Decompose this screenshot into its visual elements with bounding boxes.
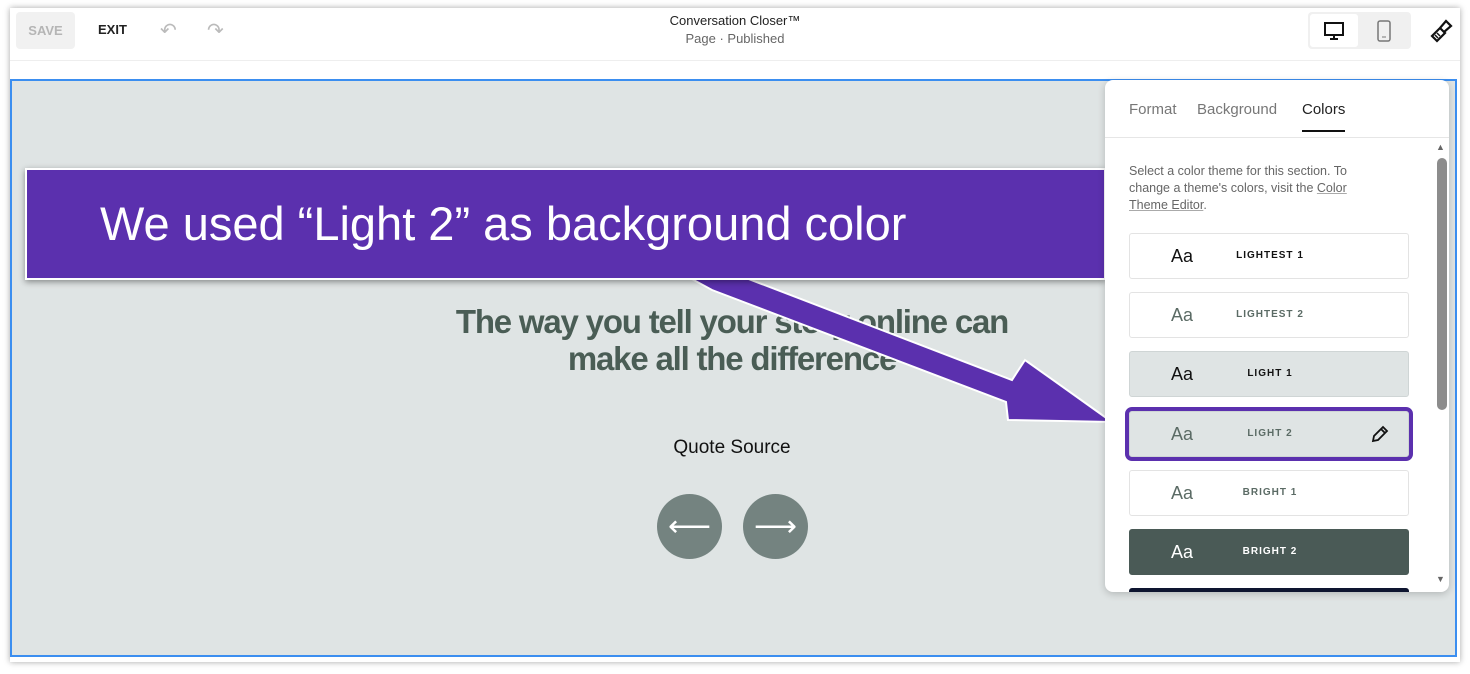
color-theme-light-1[interactable]: Aa LIGHT 1 <box>1129 351 1409 398</box>
color-theme-lightest-1[interactable]: Aa LIGHTEST 1 <box>1129 233 1409 279</box>
color-theme-light-2[interactable]: Aa LIGHT 2 <box>1125 406 1413 461</box>
desc-text: . <box>1203 198 1207 212</box>
theme-label: LIGHT 1 <box>1247 368 1293 380</box>
theme-label: LIGHT 2 <box>1247 427 1293 439</box>
panel-description: Select a color theme for this section. T… <box>1129 163 1379 214</box>
section-settings-panel: Format Background Colors Select a color … <box>1105 80 1449 592</box>
desc-text: Select a color theme for this section. T… <box>1129 164 1347 195</box>
color-theme-more[interactable] <box>1129 588 1409 592</box>
color-theme-bright-1[interactable]: Aa BRIGHT 1 <box>1129 469 1409 516</box>
scroll-down-icon[interactable]: ▼ <box>1436 574 1445 584</box>
tab-colors[interactable]: Colors <box>1302 101 1346 132</box>
theme-label: LIGHTEST 1 <box>1236 250 1304 261</box>
color-theme-lightest-2[interactable]: Aa LIGHTEST 2 <box>1129 292 1409 339</box>
scrollbar[interactable] <box>1437 158 1447 410</box>
theme-label: BRIGHT 2 <box>1242 546 1298 557</box>
theme-label: BRIGHT 1 <box>1242 486 1298 498</box>
panel-tabs: Format Background Colors <box>1105 80 1449 138</box>
annotation-banner: We used “Light 2” as background color <box>25 168 1106 280</box>
scroll-up-icon[interactable]: ▲ <box>1436 142 1445 152</box>
color-theme-bright-2[interactable]: Aa BRIGHT 2 <box>1129 529 1409 575</box>
theme-label: LIGHTEST 2 <box>1236 309 1304 321</box>
tab-format[interactable]: Format <box>1129 101 1177 118</box>
pencil-icon[interactable] <box>1370 424 1390 449</box>
tab-background[interactable]: Background <box>1197 101 1277 118</box>
